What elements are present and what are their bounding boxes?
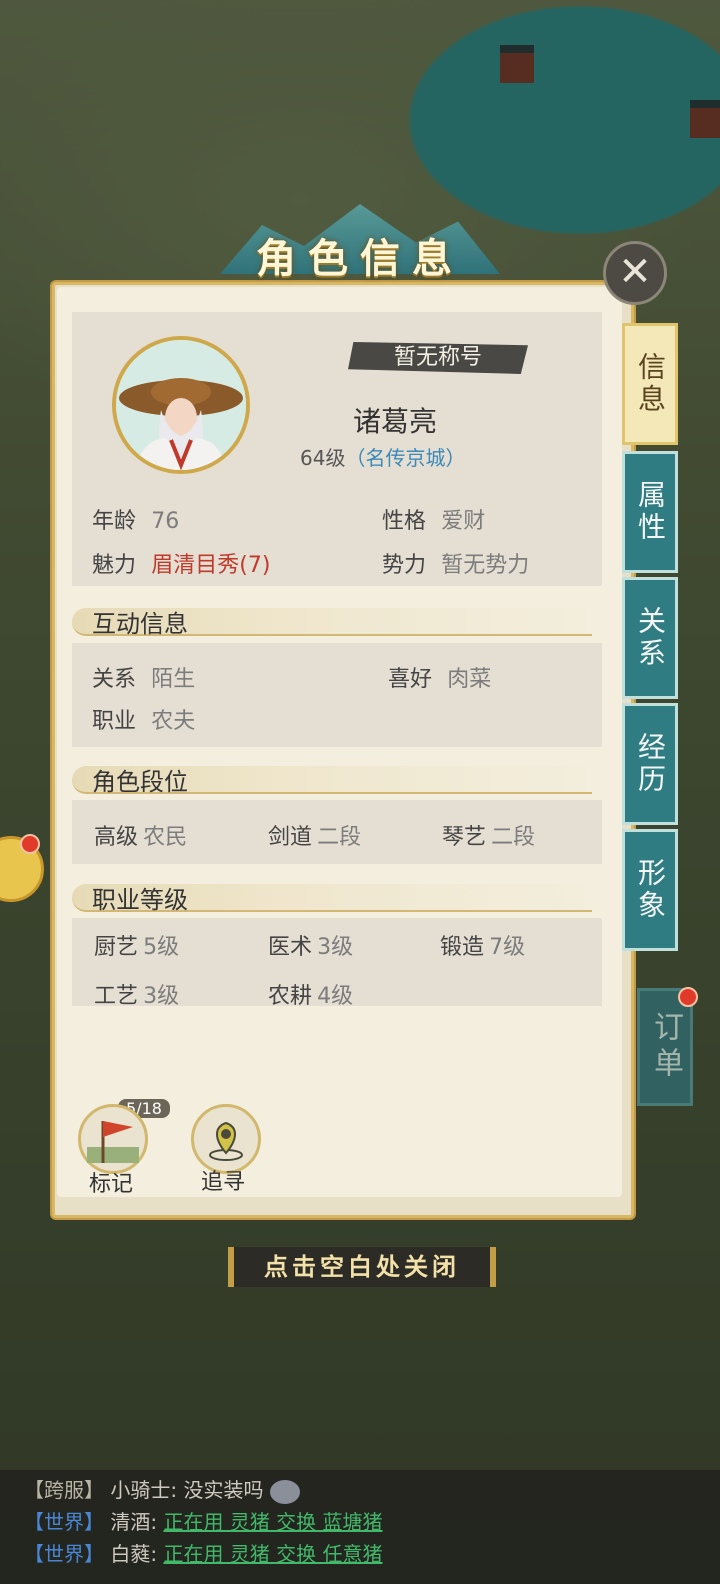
flag-icon — [87, 1121, 139, 1163]
location-pin-icon — [209, 1121, 243, 1161]
rank-value: 二段 — [491, 825, 536, 850]
trade-link[interactable]: 正在用 灵猪 交换 任意猪 — [163, 1542, 382, 1566]
order-label: 订单 — [648, 1011, 683, 1083]
hobby-value: 肉菜 — [447, 667, 492, 692]
chat-user[interactable]: 清酒: — [110, 1510, 157, 1534]
tab-label: 形象 — [634, 858, 667, 922]
charm-label: 魅力 — [92, 553, 137, 578]
skill-label: 医术 — [268, 935, 313, 960]
chat-user[interactable]: 白蕤: — [110, 1542, 157, 1566]
relation-value: 陌生 — [151, 667, 196, 692]
rank-value: 二段 — [317, 825, 362, 850]
skills-heading-text: 职业等级 — [92, 886, 188, 914]
chat-channel: 【跨服】 — [24, 1478, 104, 1502]
tab-label: 经历 — [634, 732, 667, 796]
relation-row: 关系 陌生 — [92, 661, 195, 693]
chat-message[interactable]: 【跨服】 小骑士: 没实装吗 — [24, 1474, 300, 1504]
skill-value: 5级 — [143, 935, 180, 960]
faction-value: 暂无势力 — [441, 553, 530, 578]
tab-label: 关系 — [634, 606, 667, 670]
tab-label: 信息 — [634, 352, 667, 416]
age-value: 76 — [151, 509, 180, 534]
mark-label: 标记 — [88, 1172, 133, 1197]
close-icon: ✕ — [618, 249, 652, 295]
character-name: 诸葛亮 — [352, 405, 437, 438]
job-row: 职业 农夫 — [92, 703, 195, 735]
mark-button[interactable] — [78, 1104, 148, 1174]
ranks-heading: 角色段位 — [72, 762, 602, 798]
rank-item: 琴艺 二段 — [442, 819, 535, 851]
personality-row: 性格 爱财 — [382, 503, 485, 535]
chat-text: 没实装吗 — [183, 1478, 264, 1502]
skill-value: 7级 — [489, 935, 526, 960]
skills-heading: 职业等级 — [72, 880, 602, 916]
panel-title: 角色信息 — [256, 236, 464, 282]
tab-history[interactable]: 经历 — [622, 703, 678, 825]
notification-dot — [20, 834, 40, 854]
tab-label: 属性 — [634, 480, 667, 544]
skill-item: 农耕 4级 — [268, 978, 353, 1010]
level-value: 64级 — [300, 446, 346, 470]
rank-item: 剑道 二段 — [268, 819, 361, 851]
chat-message[interactable]: 【世界】 清酒: 正在用 灵猪 交换 蓝塘猪 — [24, 1506, 383, 1535]
charm-value: 眉清目秀(7) — [151, 553, 271, 578]
faction-label: 势力 — [382, 553, 427, 578]
interaction-heading-text: 互动信息 — [92, 610, 188, 638]
skill-label: 农耕 — [268, 984, 313, 1009]
chat-message[interactable]: 【世界】 白蕤: 正在用 灵猪 交换 任意猪 — [24, 1538, 383, 1567]
rank-label: 高级 — [94, 825, 139, 850]
skill-item: 工艺 3级 — [94, 978, 179, 1010]
skill-label: 厨艺 — [94, 935, 139, 960]
trade-link[interactable]: 正在用 灵猪 交换 蓝塘猪 — [163, 1510, 382, 1534]
personality-value: 爱财 — [441, 509, 486, 534]
chat-channel: 【世界】 — [24, 1510, 104, 1534]
tab-appearance[interactable]: 形象 — [622, 829, 678, 951]
tab-info[interactable]: 信息 — [622, 323, 678, 445]
job-value: 农夫 — [151, 709, 196, 734]
hobby-label: 喜好 — [388, 667, 433, 692]
skill-item: 锻造 7级 — [440, 929, 525, 961]
tab-relations[interactable]: 关系 — [622, 577, 678, 699]
interaction-heading: 互动信息 — [72, 604, 602, 640]
skill-item: 医术 3级 — [268, 929, 353, 961]
personality-label: 性格 — [382, 509, 427, 534]
chat-user[interactable]: 小骑士: — [110, 1478, 177, 1502]
faction-row: 势力 暂无势力 — [382, 547, 529, 579]
avatar — [112, 336, 250, 474]
skill-label: 工艺 — [94, 984, 139, 1009]
job-label: 职业 — [92, 709, 137, 734]
rank-value: 农民 — [143, 825, 188, 850]
tab-attributes[interactable]: 属性 — [622, 451, 678, 573]
skill-value: 3级 — [143, 984, 180, 1009]
skill-label: 锻造 — [440, 935, 485, 960]
close-hint: 点击空白处关闭 — [228, 1247, 496, 1287]
trace-label: 追寻 — [200, 1170, 245, 1195]
honorific-banner: 暂无称号 — [348, 342, 528, 374]
close-button[interactable]: ✕ — [603, 241, 667, 305]
skill-item: 厨艺 5级 — [94, 929, 179, 961]
charm-row: 魅力 眉清目秀(7) — [92, 547, 270, 579]
ranks-heading-text: 角色段位 — [92, 768, 188, 796]
chat-channel: 【世界】 — [24, 1542, 104, 1566]
rank-label: 剑道 — [268, 825, 313, 850]
notification-dot — [678, 987, 698, 1007]
hobby-row: 喜好 肉菜 — [388, 661, 491, 693]
age-row: 年龄 76 — [92, 503, 179, 535]
skill-value: 3级 — [317, 935, 354, 960]
rank-item: 高级 农民 — [94, 819, 187, 851]
chat-panel[interactable]: 【跨服】 小骑士: 没实装吗 【世界】 清酒: 正在用 灵猪 交换 蓝塘猪 【世… — [0, 1470, 720, 1584]
skill-value: 4级 — [317, 984, 354, 1009]
emoji-icon — [269, 1479, 300, 1504]
level-line: 64级（名传京城） — [300, 442, 560, 471]
fame-title: （名传京城） — [345, 446, 466, 470]
age-label: 年龄 — [92, 509, 137, 534]
rank-label: 琴艺 — [442, 825, 487, 850]
relation-label: 关系 — [92, 667, 137, 692]
